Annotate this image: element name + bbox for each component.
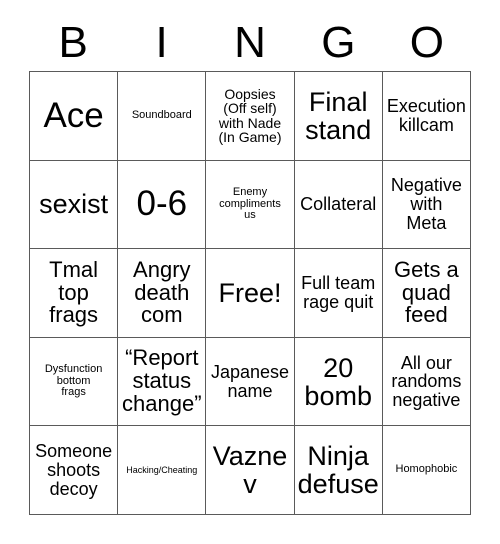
- bingo-cell-g4[interactable]: 20 bomb: [294, 337, 383, 427]
- bingo-card: B I N G O Ace Soundboard Oopsies (Off se…: [0, 0, 500, 544]
- bingo-cell-n5[interactable]: Vaznev: [206, 426, 295, 515]
- bingo-cell-b3[interactable]: Tmal top frags: [30, 249, 119, 338]
- bingo-cell-label: Full team rage quit: [301, 273, 376, 312]
- bingo-cell-label: Homophobic: [395, 463, 458, 476]
- bingo-header-letter-n: N: [234, 17, 266, 67]
- bingo-cell-label: All our randoms negative: [391, 352, 462, 410]
- bingo-cell-label: Angry death com: [133, 256, 191, 328]
- bingo-cell-i2[interactable]: 0-6: [118, 160, 207, 250]
- bingo-cell-label: Negative with Meta: [390, 175, 462, 233]
- bingo-cell-o5[interactable]: Homophobic: [382, 426, 471, 515]
- bingo-cell-free-space[interactable]: Free!: [206, 249, 295, 338]
- bingo-cell-label: Hacking/Cheating: [126, 464, 198, 475]
- bingo-header-row: B I N G O: [29, 14, 471, 71]
- bingo-cell-b2[interactable]: sexist: [30, 160, 119, 250]
- bingo-cell-label: Enemy compliments us: [219, 186, 281, 222]
- bingo-cell-n2[interactable]: Enemy compliments us: [206, 160, 295, 250]
- bingo-cell-label: Ninja defuse: [297, 441, 379, 500]
- bingo-cell-b4[interactable]: Dysfunction bottom frags: [30, 337, 119, 427]
- bingo-cell-label: Someone shoots decoy: [35, 441, 113, 499]
- bingo-cell-label: Final stand: [305, 86, 372, 145]
- bingo-cell-i3[interactable]: Angry death com: [118, 249, 207, 338]
- bingo-cell-label: “Report status change”: [122, 345, 202, 417]
- bingo-cell-label: Soundboard: [131, 109, 192, 122]
- bingo-cell-n4[interactable]: Japanese name: [206, 337, 295, 427]
- bingo-header-letter-b: B: [58, 17, 88, 67]
- bingo-header-letter-i: I: [155, 17, 168, 67]
- bingo-grid: Ace Soundboard Oopsies (Off self) with N…: [29, 71, 471, 515]
- bingo-cell-g3[interactable]: Full team rage quit: [294, 249, 383, 338]
- free-space-label: Free!: [218, 277, 282, 308]
- bingo-cell-n1[interactable]: Oopsies (Off self) with Nade (In Game): [206, 72, 295, 161]
- bingo-cell-label: Oopsies (Off self) with Nade (In Game): [218, 85, 282, 146]
- bingo-cell-label: 0-6: [136, 184, 188, 224]
- bingo-cell-g5[interactable]: Ninja defuse: [294, 426, 383, 515]
- bingo-cell-label: Collateral: [300, 194, 377, 215]
- bingo-cell-o4[interactable]: All our randoms negative: [382, 337, 471, 427]
- bingo-cell-g1[interactable]: Final stand: [294, 72, 383, 161]
- bingo-cell-i1[interactable]: Soundboard: [118, 72, 207, 161]
- bingo-cell-label: Execution killcam: [386, 96, 466, 135]
- bingo-cell-label: Dysfunction bottom frags: [44, 363, 103, 399]
- bingo-cell-b5[interactable]: Someone shoots decoy: [30, 426, 119, 515]
- bingo-cell-i4[interactable]: “Report status change”: [118, 337, 207, 427]
- bingo-cell-i5[interactable]: Hacking/Cheating: [118, 426, 207, 515]
- bingo-cell-label: 20 bomb: [304, 352, 372, 411]
- bingo-cell-o1[interactable]: Execution killcam: [382, 72, 471, 161]
- bingo-cell-o2[interactable]: Negative with Meta: [382, 160, 471, 250]
- bingo-cell-b1[interactable]: Ace: [30, 72, 119, 161]
- bingo-header-letter-o: O: [409, 17, 444, 67]
- bingo-cell-label: Gets a quad feed: [393, 256, 459, 328]
- bingo-cell-label: sexist: [39, 189, 109, 220]
- bingo-cell-g2[interactable]: Collateral: [294, 160, 383, 250]
- bingo-cell-label: Japanese name: [210, 361, 290, 401]
- bingo-cell-label: Tmal top frags: [49, 256, 99, 328]
- bingo-cell-label: Vaznev: [212, 441, 288, 500]
- bingo-header-letter-g: G: [321, 17, 356, 67]
- bingo-cell-label: Ace: [43, 95, 104, 135]
- bingo-cell-o3[interactable]: Gets a quad feed: [382, 249, 471, 338]
